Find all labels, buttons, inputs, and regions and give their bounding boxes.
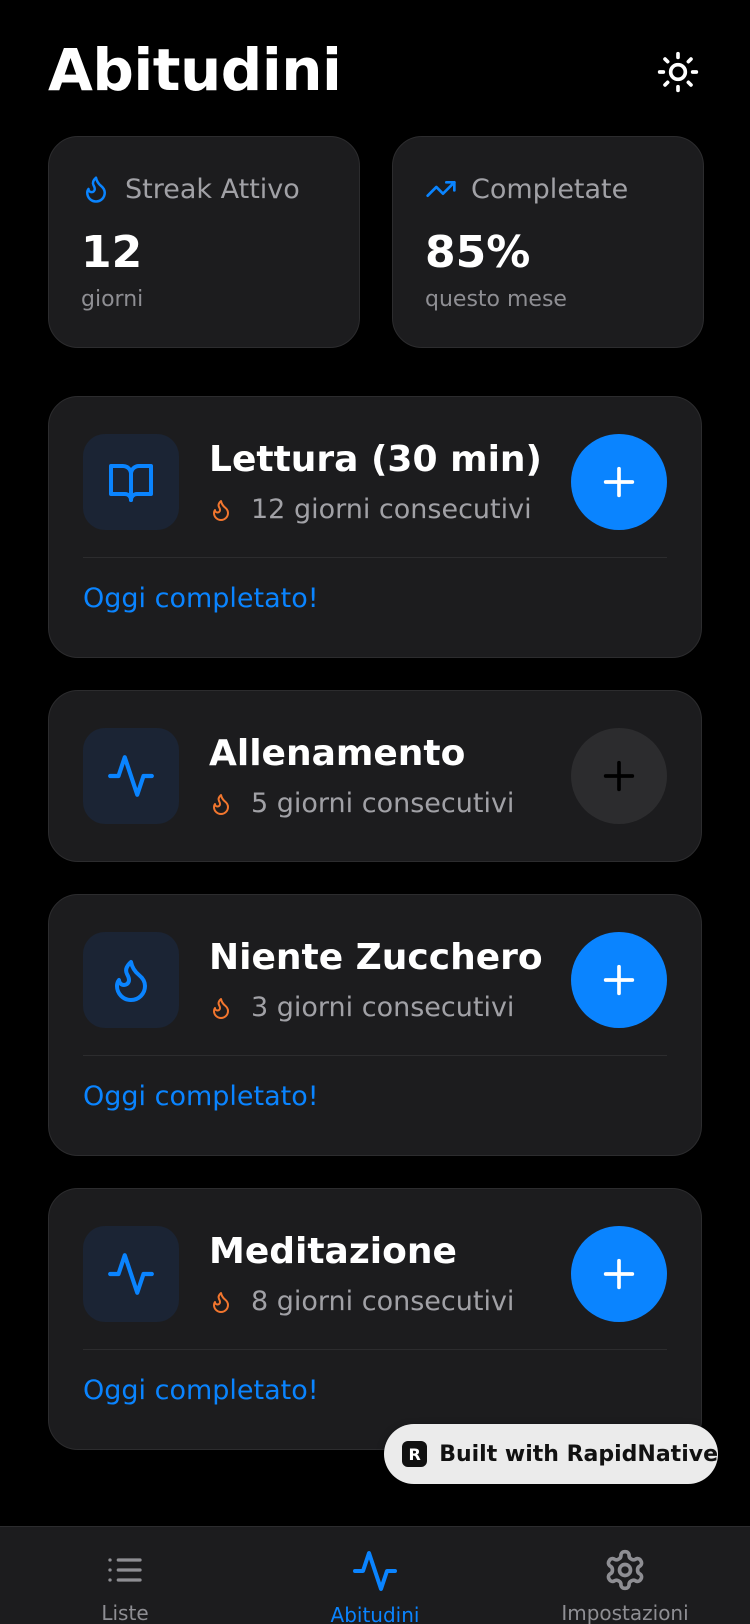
book-open-icon: [109, 464, 153, 502]
stat-subtitle: questo mese: [425, 287, 567, 312]
habit-streak: 8 giorni consecutivi: [209, 1286, 514, 1317]
habit-card[interactable]: Allenamento 5 giorni consecutivi: [48, 690, 702, 862]
habit-icon-container: [83, 728, 179, 824]
complete-habit-button[interactable]: [571, 1226, 667, 1322]
gear-icon: [606, 1549, 644, 1591]
tab-abitudini[interactable]: Abitudini: [250, 1527, 500, 1624]
habit-icon-container: [83, 434, 179, 530]
tab-impostazioni[interactable]: Impostazioni: [500, 1527, 750, 1624]
habit-name: Lettura (30 min): [209, 439, 542, 480]
habit-card[interactable]: Niente Zucchero 3 giorni consecutivi Ogg…: [48, 894, 702, 1156]
stat-card-streak: Streak Attivo 12 giorni: [48, 136, 360, 348]
tab-label: Abitudini: [330, 1603, 420, 1624]
stat-value: 12: [81, 227, 143, 278]
flame-icon: [115, 960, 147, 1002]
plus-icon: [603, 1258, 635, 1290]
activity-icon: [108, 755, 154, 797]
activity-icon: [353, 1551, 397, 1591]
habit-streak: 5 giorni consecutivi: [209, 788, 514, 819]
stat-value: 85%: [425, 227, 531, 278]
plus-icon: [603, 466, 635, 498]
flame-icon: [213, 997, 229, 1019]
streak-text: 3 giorni consecutivi: [251, 992, 515, 1023]
habit-streak: 3 giorni consecutivi: [209, 992, 514, 1023]
list-icon: [108, 1558, 142, 1582]
streak-text: 8 giorni consecutivi: [251, 1286, 515, 1317]
habit-card[interactable]: Meditazione 8 giorni consecutivi Oggi co…: [48, 1188, 702, 1450]
stat-card-completed: Completate 85% questo mese: [392, 136, 704, 348]
page-title: Abitudini: [48, 36, 342, 104]
header: Abitudini: [48, 30, 702, 110]
tab-liste[interactable]: Liste: [0, 1527, 250, 1624]
plus-icon: [603, 760, 635, 792]
completed-status: Oggi completato!: [83, 1375, 319, 1406]
complete-habit-button[interactable]: [571, 728, 667, 824]
flame-icon: [213, 499, 229, 521]
sun-icon: [657, 51, 699, 93]
habit-name: Meditazione: [209, 1231, 457, 1272]
flame-icon: [86, 176, 106, 203]
badge-text: Built with RapidNative: [439, 1441, 718, 1467]
flame-icon: [213, 1291, 229, 1313]
rapidnative-logo: R: [402, 1441, 428, 1467]
completed-status: Oggi completato!: [83, 583, 319, 614]
theme-toggle-button[interactable]: [654, 48, 702, 96]
tab-label: Impostazioni: [561, 1601, 689, 1624]
completed-status: Oggi completato!: [83, 1081, 319, 1112]
complete-habit-button[interactable]: [571, 932, 667, 1028]
built-with-badge[interactable]: R Built with RapidNative: [384, 1424, 718, 1484]
stat-label: Streak Attivo: [125, 173, 300, 205]
bottom-tab-bar: Liste Abitudini Impostazioni: [0, 1526, 750, 1624]
trending-up-icon: [426, 181, 456, 197]
divider: [83, 1055, 667, 1056]
habit-card[interactable]: Lettura (30 min) 12 giorni consecutivi O…: [48, 396, 702, 658]
stat-label: Completate: [471, 173, 629, 205]
streak-text: 12 giorni consecutivi: [251, 494, 532, 525]
habit-name: Allenamento: [209, 733, 466, 774]
habit-icon-container: [83, 932, 179, 1028]
complete-habit-button[interactable]: [571, 434, 667, 530]
activity-icon: [108, 1253, 154, 1295]
divider: [83, 1349, 667, 1350]
divider: [83, 557, 667, 558]
habit-name: Niente Zucchero: [209, 937, 543, 978]
flame-icon: [213, 793, 229, 815]
plus-icon: [603, 964, 635, 996]
stat-subtitle: giorni: [81, 287, 144, 312]
tab-label: Liste: [101, 1601, 149, 1624]
streak-text: 5 giorni consecutivi: [251, 788, 515, 819]
habit-streak: 12 giorni consecutivi: [209, 494, 532, 525]
habit-icon-container: [83, 1226, 179, 1322]
